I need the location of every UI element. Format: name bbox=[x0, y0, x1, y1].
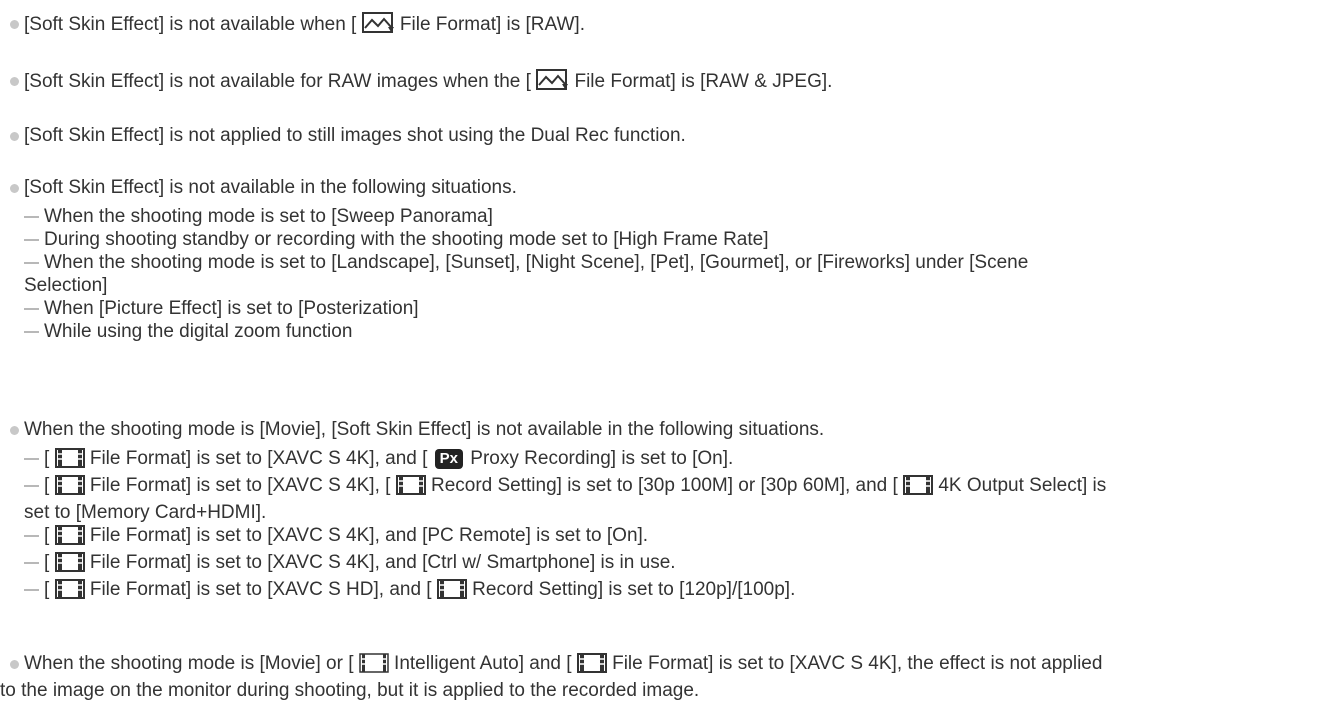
sub-item-continuation: Selection] bbox=[24, 275, 108, 296]
bullet-item: [Soft Skin Effect] is not available when… bbox=[10, 12, 1334, 40]
dash-marker bbox=[24, 485, 39, 487]
movie-icon bbox=[359, 653, 389, 679]
sub-item: [ File Format] is set to [XAVC S HD], an… bbox=[24, 578, 1334, 605]
bullet-text: [Soft Skin Effect] is not available when… bbox=[24, 12, 1334, 40]
sub-item: While using the digital zoom function bbox=[24, 320, 1334, 343]
movie-icon bbox=[903, 475, 934, 501]
bullet-dot bbox=[10, 20, 19, 29]
sub-item: [ File Format] is set to [XAVC S 4K], an… bbox=[24, 524, 1334, 551]
movie-icon bbox=[54, 525, 85, 551]
bullet-text: When the shooting mode is [Movie] or [ I… bbox=[24, 652, 1334, 679]
movie-icon bbox=[395, 475, 426, 501]
sub-item-continuation: set to [Memory Card+HDMI]. bbox=[24, 502, 267, 523]
movie-icon bbox=[54, 552, 85, 578]
dash-marker bbox=[24, 535, 39, 537]
dash-marker bbox=[24, 458, 39, 460]
sub-item: [ File Format] is set to [XAVC S 4K], an… bbox=[24, 551, 1334, 578]
bullet-text: [Soft Skin Effect] is not applied to sti… bbox=[24, 125, 686, 146]
still-image-icon bbox=[361, 12, 395, 40]
bullet-dot bbox=[10, 184, 19, 193]
proxy-badge: Px bbox=[434, 449, 464, 469]
sub-item: During shooting standby or recording wit… bbox=[24, 228, 1334, 251]
dash-marker bbox=[24, 331, 39, 333]
bullet-dot bbox=[10, 660, 19, 669]
dash-marker bbox=[24, 262, 39, 264]
sub-item: When the shooting mode is set to [Sweep … bbox=[24, 205, 1334, 228]
bullet-dot bbox=[10, 426, 19, 435]
bullet-dot bbox=[10, 132, 19, 141]
still-image-icon bbox=[536, 69, 569, 97]
bullet-item: [Soft Skin Effect] is not available for … bbox=[10, 69, 1334, 97]
dash-marker bbox=[24, 308, 39, 310]
movie-icon bbox=[54, 448, 85, 474]
bullet-text-continuation: to the image on the monitor during shoot… bbox=[0, 680, 700, 701]
movie-icon bbox=[54, 475, 85, 501]
movie-icon bbox=[436, 579, 467, 605]
bullet-text: [Soft Skin Effect] is not available for … bbox=[24, 69, 1334, 97]
bullet-text: [Soft Skin Effect] is not available in t… bbox=[24, 177, 517, 198]
movie-icon bbox=[576, 653, 607, 679]
movie-icon bbox=[54, 579, 85, 605]
bullet-item: [Soft Skin Effect] is not available in t… bbox=[10, 176, 1334, 343]
sub-item: When the shooting mode is set to [Landsc… bbox=[24, 251, 1334, 274]
sub-item: When [Picture Effect] is set to [Posteri… bbox=[24, 297, 1334, 320]
bullet-text: When the shooting mode is [Movie], [Soft… bbox=[24, 419, 825, 440]
sub-item: [ File Format] is set to [XAVC S 4K], an… bbox=[24, 447, 1334, 474]
document-page: [Soft Skin Effect] is not available when… bbox=[0, 0, 1334, 718]
bullet-item: [Soft Skin Effect] is not applied to sti… bbox=[10, 124, 1334, 147]
sub-item: [ File Format] is set to [XAVC S 4K], [ … bbox=[24, 474, 1334, 501]
dash-marker bbox=[24, 589, 39, 591]
bullet-dot bbox=[10, 77, 19, 86]
dash-marker bbox=[24, 239, 39, 241]
bullet-item: When the shooting mode is [Movie] or [ I… bbox=[0, 652, 1334, 702]
bullet-item: When the shooting mode is [Movie], [Soft… bbox=[10, 418, 1334, 605]
dash-marker bbox=[24, 562, 39, 564]
dash-marker bbox=[24, 216, 39, 218]
